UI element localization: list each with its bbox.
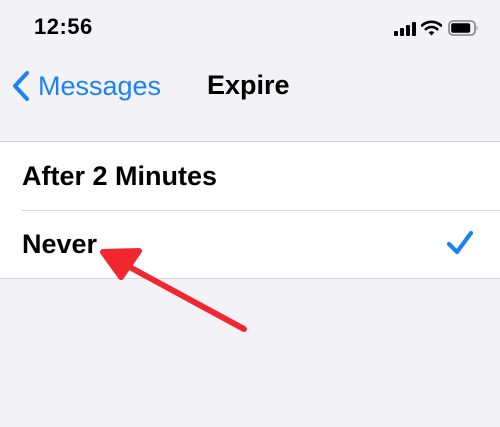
- cellular-signal-icon: [394, 22, 416, 36]
- battery-icon: [448, 20, 478, 36]
- expire-options-list: After 2 Minutes Never: [0, 141, 500, 279]
- option-after-2-minutes[interactable]: After 2 Minutes: [0, 142, 500, 210]
- page-title: Expire: [207, 70, 290, 100]
- status-time: 12:56: [34, 14, 93, 39]
- back-button-label: Messages: [38, 70, 162, 101]
- option-label: Never: [22, 228, 98, 259]
- navigation-bar: Messages Expire: [0, 56, 500, 118]
- status-bar: 12:56: [0, 0, 500, 56]
- chevron-left-icon: [13, 71, 29, 101]
- back-button[interactable]: Messages: [10, 66, 161, 106]
- option-label: After 2 Minutes: [22, 160, 218, 191]
- wifi-icon: [421, 20, 442, 36]
- option-never[interactable]: Never: [0, 210, 500, 278]
- checkmark-icon: [446, 230, 474, 255]
